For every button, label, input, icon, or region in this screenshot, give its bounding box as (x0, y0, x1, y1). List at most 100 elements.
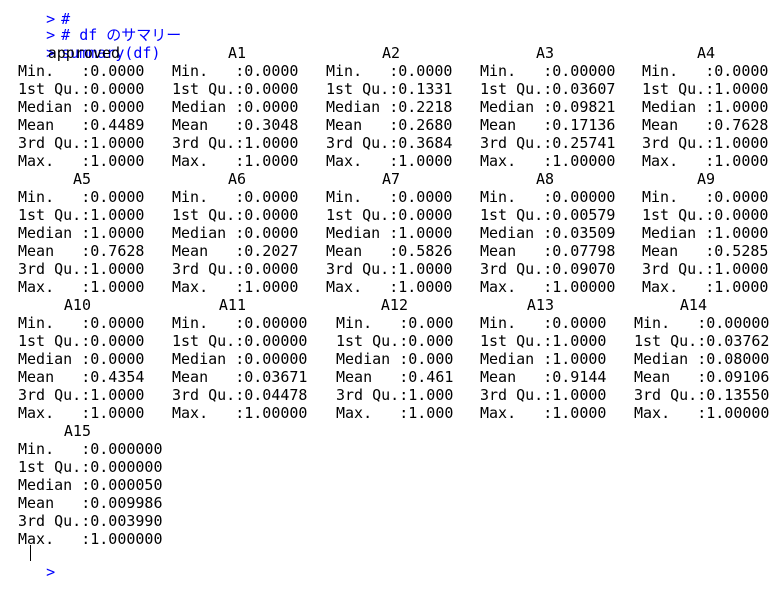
summary-stat-cell: Min. :0.0000 (326, 62, 453, 80)
column-header: A15 (63, 422, 91, 440)
summary-stat-cell: Mean :0.3048 (172, 116, 299, 134)
summary-stat-cell: Max. :1.0000 (326, 152, 453, 170)
summary-stat-cell: Mean :0.09106 (634, 368, 770, 386)
column-header: A8 (535, 170, 554, 188)
summary-stat-cell: 3rd Qu.:1.000 (336, 386, 454, 404)
summary-stat-cell: 1st Qu.:0.03607 (480, 80, 616, 98)
summary-stat-cell: 1st Qu.:0.0000 (172, 80, 299, 98)
summary-stat-cell: 3rd Qu.:1.0000 (172, 134, 299, 152)
summary-stat-cell: Max. :1.00000 (172, 404, 308, 422)
summary-stat-cell: Max. :1.00000 (480, 152, 616, 170)
summary-stat-cell: 1st Qu.:0.0000 (18, 80, 145, 98)
column-header: A3 (535, 44, 554, 62)
summary-stat-cell: Mean :0.03671 (172, 368, 308, 386)
summary-stat-cell: 1st Qu.:0.03762 (634, 332, 770, 350)
summary-stat-cell: 1st Qu.:1.0000 (480, 332, 607, 350)
summary-stat-cell: Max. :1.00000 (480, 278, 616, 296)
summary-stat-cell: Mean :0.2680 (326, 116, 453, 134)
summary-stat-cell: Max. :1.000 (336, 404, 454, 422)
summary-stat-cell: 1st Qu.:1.0000 (642, 80, 769, 98)
summary-stat-cell: Max. :1.00000 (634, 404, 770, 422)
summary-stat-cell: 1st Qu.:0.000000 (18, 458, 163, 476)
summary-stat-cell: Min. :0.0000 (326, 188, 453, 206)
summary-stat-cell: Min. :0.0000 (172, 188, 299, 206)
summary-stat-cell: Median :1.0000 (326, 224, 453, 242)
summary-stat-cell: 3rd Qu.:1.0000 (18, 260, 145, 278)
summary-stat-cell: 1st Qu.:0.0000 (18, 332, 145, 350)
text-cursor (30, 545, 31, 561)
summary-stat-cell: Max. :1.0000 (172, 278, 299, 296)
summary-stat-cell: Min. :0.00000 (480, 62, 616, 80)
summary-stat-cell: 1st Qu.:0.0000 (642, 206, 769, 224)
summary-stat-cell: 3rd Qu.:0.13550 (634, 386, 770, 404)
summary-stat-cell: 1st Qu.:0.0000 (172, 206, 299, 224)
summary-stat-cell: Median :0.0000 (18, 98, 145, 116)
summary-stat-cell: Median :0.000050 (18, 476, 163, 494)
summary-stat-cell: Min. :0.0000 (642, 188, 769, 206)
summary-stat-cell: Min. :0.000000 (18, 440, 163, 458)
summary-stat-cell: 1st Qu.:0.000 (336, 332, 454, 350)
summary-stat-cell: Mean :0.5285 (642, 242, 769, 260)
summary-stat-cell: 3rd Qu.:0.0000 (172, 260, 299, 278)
summary-stat-cell: Min. :0.0000 (642, 62, 769, 80)
summary-stat-cell: Mean :0.17136 (480, 116, 616, 134)
summary-stat-cell: 3rd Qu.:1.0000 (642, 260, 769, 278)
column-header: A11 (218, 296, 246, 314)
summary-stat-cell: Max. :1.0000 (326, 278, 453, 296)
console-prompt: > (46, 563, 56, 581)
summary-stat-cell: Mean :0.07798 (480, 242, 616, 260)
summary-stat-cell: Min. :0.0000 (480, 314, 607, 332)
summary-stat-cell: 3rd Qu.:1.0000 (18, 386, 145, 404)
summary-stat-cell: Median :1.0000 (642, 224, 769, 242)
summary-stat-cell: Min. :0.0000 (18, 314, 145, 332)
summary-stat-cell: Min. :0.0000 (18, 188, 145, 206)
summary-stat-cell: Median :0.0000 (18, 350, 145, 368)
column-header: A6 (227, 170, 246, 188)
column-header: A14 (679, 296, 707, 314)
summary-stat-cell: Min. :0.000 (336, 314, 454, 332)
summary-stat-cell: 3rd Qu.:0.25741 (480, 134, 616, 152)
summary-stat-cell: 3rd Qu.:1.0000 (642, 134, 769, 152)
summary-stat-cell: 3rd Qu.:0.003990 (18, 512, 163, 530)
summary-stat-cell: Mean :0.7628 (642, 116, 769, 134)
summary-stat-cell: Median :0.0000 (172, 98, 299, 116)
summary-stat-cell: Mean :0.4489 (18, 116, 145, 134)
summary-stat-cell: 1st Qu.:0.00579 (480, 206, 616, 224)
column-header: A9 (696, 170, 715, 188)
console-active-prompt-line[interactable]: > (10, 545, 61, 581)
r-console[interactable]: > # > # df のサマリー > summary(df) approved Min.… (0, 0, 781, 581)
column-header: approved (47, 44, 120, 62)
summary-stat-cell: 1st Qu.:0.1331 (326, 80, 453, 98)
column-header: A10 (63, 296, 91, 314)
summary-stat-cell: Median :0.08000 (634, 350, 770, 368)
summary-stat-cell: Mean :0.5826 (326, 242, 453, 260)
column-header: A13 (526, 296, 554, 314)
summary-stat-cell: Min. :0.00000 (634, 314, 770, 332)
summary-stat-cell: Max. :1.0000 (480, 404, 607, 422)
summary-stat-cell: Min. :0.0000 (18, 62, 145, 80)
summary-stat-cell: 3rd Qu.:0.09070 (480, 260, 616, 278)
summary-stat-cell: Mean :0.009986 (18, 494, 163, 512)
summary-stat-cell: Median :0.2218 (326, 98, 453, 116)
summary-stat-cell: 1st Qu.:0.0000 (326, 206, 453, 224)
summary-stat-cell: Median :1.0000 (480, 350, 607, 368)
summary-stat-cell: Median :1.0000 (642, 98, 769, 116)
column-header: A7 (381, 170, 400, 188)
column-header: A2 (381, 44, 400, 62)
summary-stat-cell: 1st Qu.:0.00000 (172, 332, 308, 350)
summary-stat-cell: Median :0.00000 (172, 350, 308, 368)
summary-stat-cell: Min. :0.0000 (172, 62, 299, 80)
summary-stat-cell: Max. :1.0000 (18, 404, 145, 422)
summary-stat-cell: Median :0.000 (336, 350, 454, 368)
summary-stat-cell: Mean :0.461 (336, 368, 454, 386)
summary-stat-cell: Mean :0.9144 (480, 368, 607, 386)
summary-stat-cell: 3rd Qu.:0.3684 (326, 134, 453, 152)
summary-stat-cell: 3rd Qu.:1.0000 (480, 386, 607, 404)
console-input-line: > # df のサマリー (10, 8, 181, 44)
summary-stat-cell: 1st Qu.:1.0000 (18, 206, 145, 224)
console-input-line: > summary(df) (10, 26, 160, 62)
summary-stat-cell: Max. :1.0000 (18, 278, 145, 296)
summary-stat-cell: Median :0.0000 (172, 224, 299, 242)
summary-stat-cell: Max. :1.0000 (172, 152, 299, 170)
summary-stat-cell: Min. :0.00000 (480, 188, 616, 206)
